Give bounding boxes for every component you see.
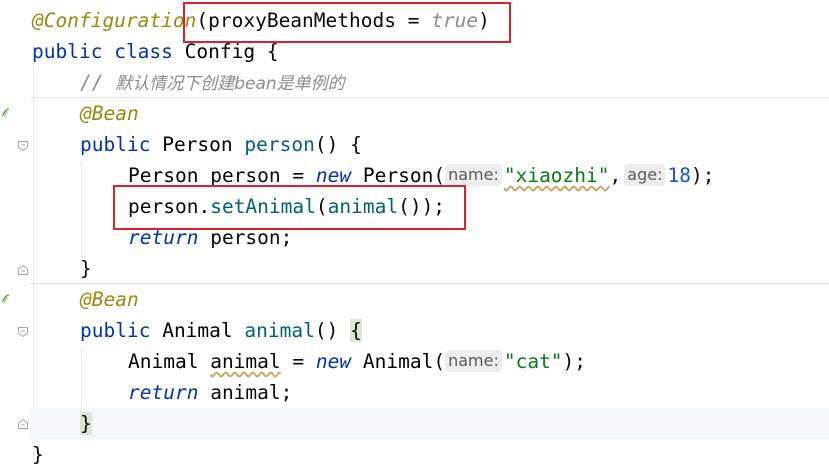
code-line-15[interactable]: }	[32, 439, 44, 470]
annotation-bean: @Bean	[80, 288, 139, 311]
number-18: 18	[667, 164, 691, 187]
keyword-public: public	[80, 319, 151, 342]
equals-sign: =	[280, 350, 316, 373]
brace-open: {	[350, 133, 362, 156]
annotation-bean: @Bean	[80, 102, 139, 125]
code-line-5[interactable]: public Person person() {	[80, 129, 362, 160]
code-line-9[interactable]: }	[80, 253, 92, 284]
type-person: Person	[162, 133, 233, 156]
indent-guide	[33, 62, 34, 457]
fold-marker-icon[interactable]	[17, 326, 29, 338]
red-highlight-box-proxybeanmethods	[183, 2, 511, 43]
param-hint-name: name:	[445, 349, 502, 372]
type-animal: Animal	[128, 350, 199, 373]
string-cat: "cat"	[503, 350, 563, 373]
bean-gutter-icon[interactable]	[0, 292, 10, 306]
bean-gutter-icon[interactable]	[0, 106, 10, 120]
parens: ()	[314, 133, 339, 156]
keyword-public: public	[80, 133, 151, 156]
keyword-public: public	[32, 40, 103, 63]
type-person: Person	[128, 164, 199, 187]
param-hint-age: age:	[624, 163, 666, 186]
var-animal: animal	[210, 381, 281, 404]
semicolon: ;	[280, 381, 293, 404]
class-name-config: Config	[184, 40, 256, 63]
code-line-12[interactable]: Animal animal = new Animal(name: "cat");	[128, 346, 586, 377]
current-line-highlight	[30, 408, 829, 439]
method-animal: animal	[244, 319, 315, 342]
equals-sign: =	[280, 164, 316, 187]
code-line-11[interactable]: public Animal animal() {	[80, 315, 362, 346]
fold-marker-icon[interactable]	[17, 418, 29, 430]
var-person: person	[210, 164, 281, 187]
keyword-return: return	[128, 381, 199, 404]
annotation-configuration: @Configuration	[32, 9, 197, 32]
method-separator	[30, 283, 829, 284]
brace-open: {	[266, 40, 279, 63]
code-line-13[interactable]: return animal;	[128, 377, 292, 408]
keyword-class: class	[114, 40, 173, 63]
paren-open: (	[433, 164, 446, 187]
code-line-4[interactable]: @Bean	[80, 98, 139, 129]
type-animal: Animal	[162, 319, 233, 342]
parens: ()	[314, 319, 339, 342]
paren-close: );	[690, 164, 715, 187]
param-hint-name: name:	[445, 163, 502, 186]
paren-open: (	[433, 350, 446, 373]
code-line-14[interactable]: }	[80, 408, 92, 439]
ctor-person: Person	[362, 164, 434, 187]
fold-marker-icon[interactable]	[17, 264, 29, 276]
paren-close: );	[562, 350, 587, 373]
keyword-new: new	[315, 164, 352, 187]
keyword-new: new	[315, 350, 352, 373]
indent-guide	[81, 348, 82, 408]
method-person: person	[244, 133, 315, 156]
brace-close-matched: }	[80, 412, 92, 435]
comment-text: 默认情况下创建bean是单例的	[115, 74, 345, 94]
red-highlight-box-setanimal	[113, 185, 466, 230]
var-animal: animal	[210, 350, 281, 373]
comma: ,	[609, 164, 622, 187]
brace-open-matched: {	[350, 319, 362, 342]
fold-marker-icon[interactable]	[17, 140, 29, 152]
brace-close: }	[80, 257, 92, 280]
indent-guide	[81, 162, 82, 257]
code-line-10[interactable]: @Bean	[80, 284, 139, 315]
ctor-animal: Animal	[362, 350, 434, 373]
editor-gutter	[0, 0, 30, 463]
string-xiaozhi: "xiaozhi"	[503, 164, 610, 187]
code-line-3[interactable]: // 默认情况下创建bean是单例的	[80, 67, 345, 98]
comment-slashes: //	[80, 71, 116, 94]
